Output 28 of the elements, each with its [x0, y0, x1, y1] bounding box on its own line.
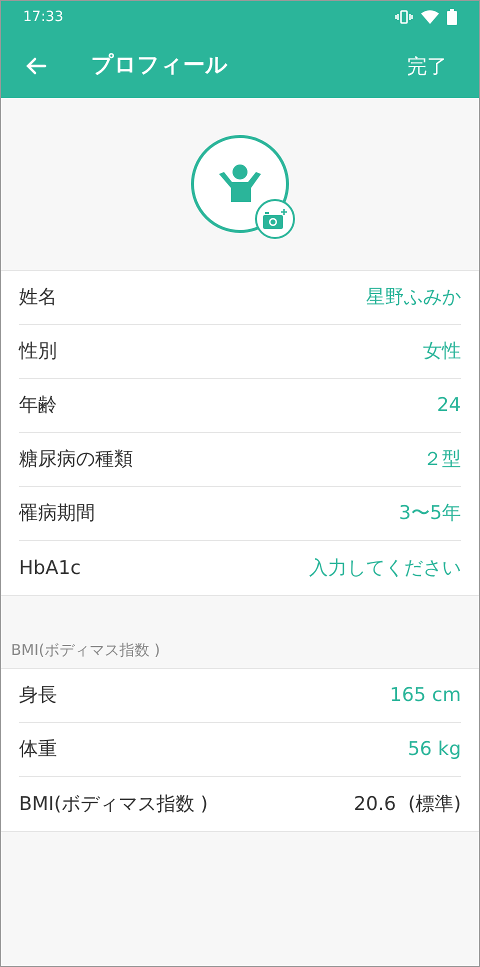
- field-label: 糖尿病の種類: [19, 447, 133, 472]
- field-value[interactable]: ２型: [423, 445, 461, 474]
- field-label: 罹病期間: [19, 501, 95, 526]
- field-label: 年齢: [19, 393, 57, 418]
- camera-icon: [262, 208, 288, 230]
- field-value[interactable]: 165 cm: [390, 681, 461, 710]
- field-value[interactable]: 56 kg: [408, 735, 461, 764]
- wifi-icon: [421, 10, 439, 24]
- field-value[interactable]: 20.6 (標準): [354, 790, 461, 818]
- page-title: プロフィール: [91, 52, 229, 80]
- field-label: 姓名: [19, 285, 57, 310]
- field-value[interactable]: 女性: [423, 337, 461, 366]
- field-value[interactable]: 星野ふみか: [366, 283, 461, 312]
- field-label: BMI(ボディマス指数 ): [19, 792, 208, 817]
- field-value[interactable]: 3〜5年: [398, 499, 461, 528]
- person-icon: [217, 164, 263, 204]
- done-button[interactable]: 完了: [407, 50, 447, 80]
- vibrate-icon: [395, 10, 413, 24]
- section-header: BMI(ボディマス指数 ): [11, 640, 160, 662]
- field-label: 性別: [19, 339, 57, 364]
- field-label: 身長: [19, 683, 57, 708]
- battery-icon: [447, 9, 457, 25]
- camera-badge[interactable]: [255, 199, 295, 239]
- field-label: HbA1c: [19, 556, 81, 581]
- field-value[interactable]: 入力してください: [309, 554, 461, 582]
- status-time: 17:33: [23, 8, 64, 26]
- field-label: 体重: [19, 737, 57, 762]
- field-value[interactable]: 24: [436, 391, 461, 420]
